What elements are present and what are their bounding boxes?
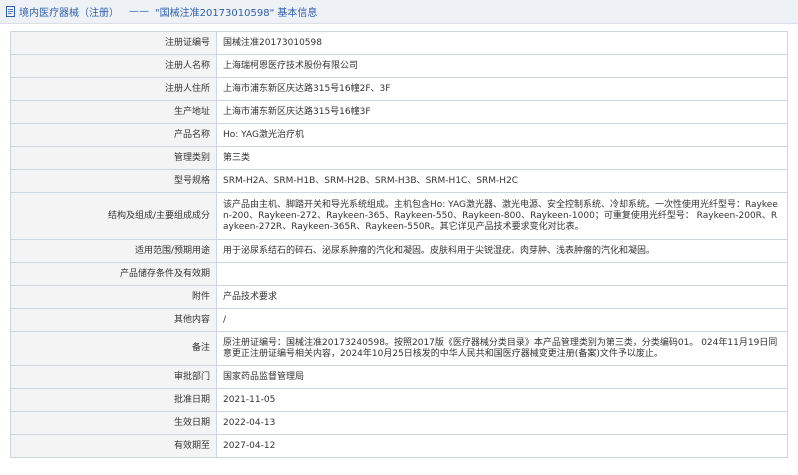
table-row: 注册证编号 国械注准20173010598 [10,31,788,55]
row-label: 生效日期 [10,411,217,435]
row-value: SRM-H2A、SRM-H1B、SRM-H2B、SRM-H3B、SRM-H1C、… [216,169,788,193]
row-label: 产品储存条件及有效期 [10,262,217,286]
row-label: 备注 [10,331,217,366]
document-icon [5,6,16,17]
table-row: 适用范围/预期用途 用于泌尿系结石的碎石、泌尿系肿瘤的汽化和凝固。皮肤科用于尖锐… [10,239,788,263]
row-label: 型号规格 [10,169,217,193]
table-row: 管理类别 第三类 [10,146,788,170]
info-table-container: 注册证编号 国械注准20173010598 注册人名称 上海瑞柯恩医疗技术股份有… [10,31,788,458]
table-row: 附件 产品技术要求 [10,285,788,309]
row-label: 结构及组成/主要组成成分 [10,192,217,240]
table-row: 型号规格 SRM-H2A、SRM-H1B、SRM-H2B、SRM-H3B、SRM… [10,169,788,193]
table-row: 注册人名称 上海瑞柯恩医疗技术股份有限公司 [10,54,788,78]
row-value: 上海瑞柯恩医疗技术股份有限公司 [216,54,788,78]
table-row: 有效期至 2027-04-12 [10,434,788,458]
table-row: 生效日期 2022-04-13 [10,411,788,435]
row-value: 2021-11-05 [216,388,788,412]
row-value: 产品技术要求 [216,285,788,309]
row-label: 批准日期 [10,388,217,412]
row-value: 国家药品监督管理局 [216,365,788,389]
table-row: 备注 原注册证编号：国械注准20173240598。按照2017版《医疗器械分类… [10,331,788,366]
row-value: / [216,308,788,332]
row-value: 上海市浦东新区庆达路315号16幢2F、3F [216,77,788,101]
row-value: 该产品由主机、脚踏开关和导光系统组成。主机包含Ho: YAG激光器、激光电源、安… [216,192,788,240]
row-label: 其他内容 [10,308,217,332]
row-value: 上海市浦东新区庆达路315号16幢3F [216,100,788,124]
row-label: 注册人名称 [10,54,217,78]
table-row: 结构及组成/主要组成成分 该产品由主机、脚踏开关和导光系统组成。主机包含Ho: … [10,192,788,240]
row-label: 产品名称 [10,123,217,147]
table-row: 其他内容 / [10,308,788,332]
row-label: 有效期至 [10,434,217,458]
row-value: 原注册证编号：国械注准20173240598。按照2017版《医疗器械分类目录》… [216,331,788,366]
row-value: 第三类 [216,146,788,170]
row-label: 审批部门 [10,365,217,389]
row-label: 管理类别 [10,146,217,170]
row-value [216,262,788,286]
row-value: 2022-04-13 [216,411,788,435]
table-row: 注册人住所 上海市浦东新区庆达路315号16幢2F、3F [10,77,788,101]
row-value: 用于泌尿系结石的碎石、泌尿系肿瘤的汽化和凝固。皮肤科用于尖锐湿疣、肉芽肿、浅表肿… [216,239,788,263]
row-label: 生产地址 [10,100,217,124]
breadcrumb-section-link[interactable]: 境内医疗器械（注册） [19,4,119,19]
row-value: Ho: YAG激光治疗机 [216,123,788,147]
table-row: 生产地址 上海市浦东新区庆达路315号16幢3F [10,100,788,124]
row-value: 国械注准20173010598 [216,31,788,55]
basic-info-table: 注册证编号 国械注准20173010598 注册人名称 上海瑞柯恩医疗技术股份有… [10,31,788,458]
row-label: 注册证编号 [10,31,217,55]
table-row: 产品储存条件及有效期 [10,262,788,286]
row-label: 附件 [10,285,217,309]
breadcrumb-bar: 境内医疗器械（注册） —— "国械注准20173010598" 基本信息 [0,0,798,24]
breadcrumb-detail: "国械注准20173010598" 基本信息 [155,8,318,19]
row-label: 注册人住所 [10,77,217,101]
table-row: 审批部门 国家药品监督管理局 [10,365,788,389]
breadcrumb-separator: —— [129,6,149,17]
table-row: 批准日期 2021-11-05 [10,388,788,412]
row-value: 2027-04-12 [216,434,788,458]
row-label: 适用范围/预期用途 [10,239,217,263]
table-row: 产品名称 Ho: YAG激光治疗机 [10,123,788,147]
